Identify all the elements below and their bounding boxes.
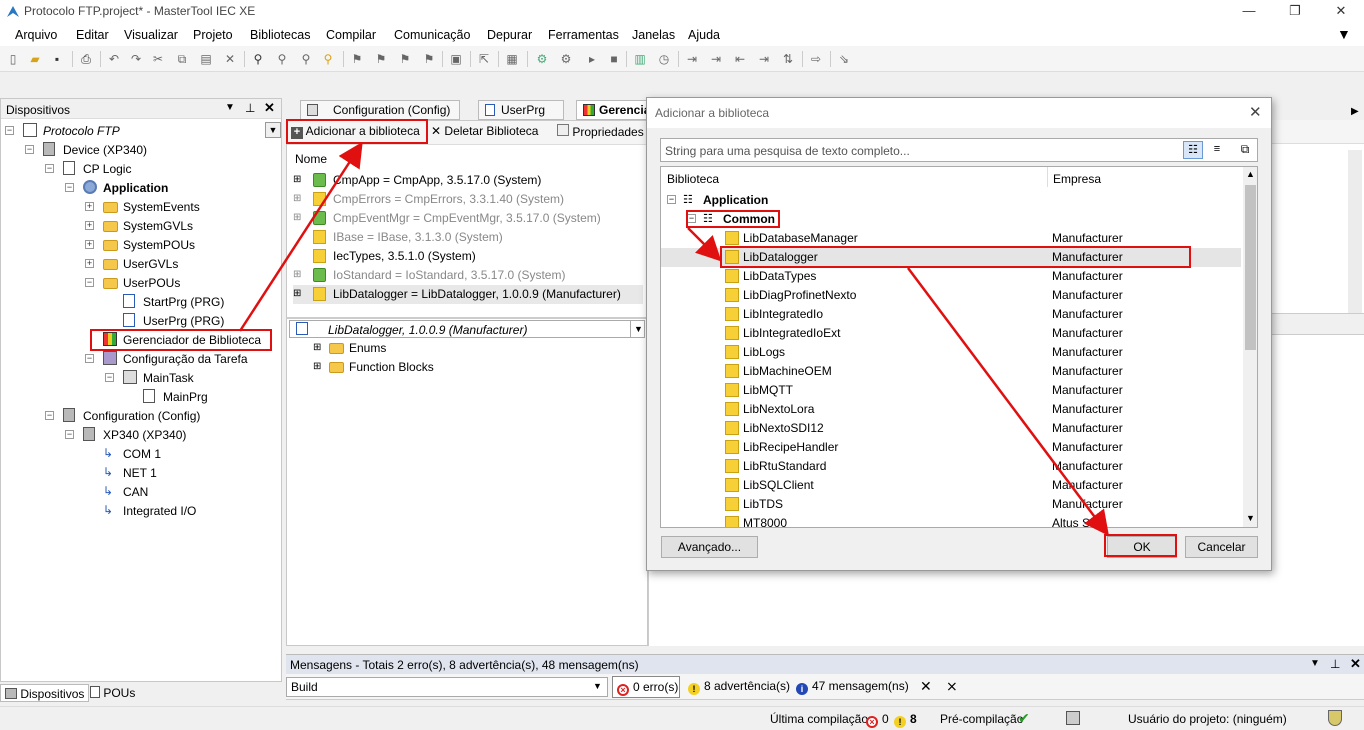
arrow-to-add-library xyxy=(238,141,363,332)
annotation-arrows xyxy=(238,141,1109,536)
arrow-to-ok xyxy=(907,267,1109,536)
arrow-to-libdatalogger xyxy=(687,227,722,262)
